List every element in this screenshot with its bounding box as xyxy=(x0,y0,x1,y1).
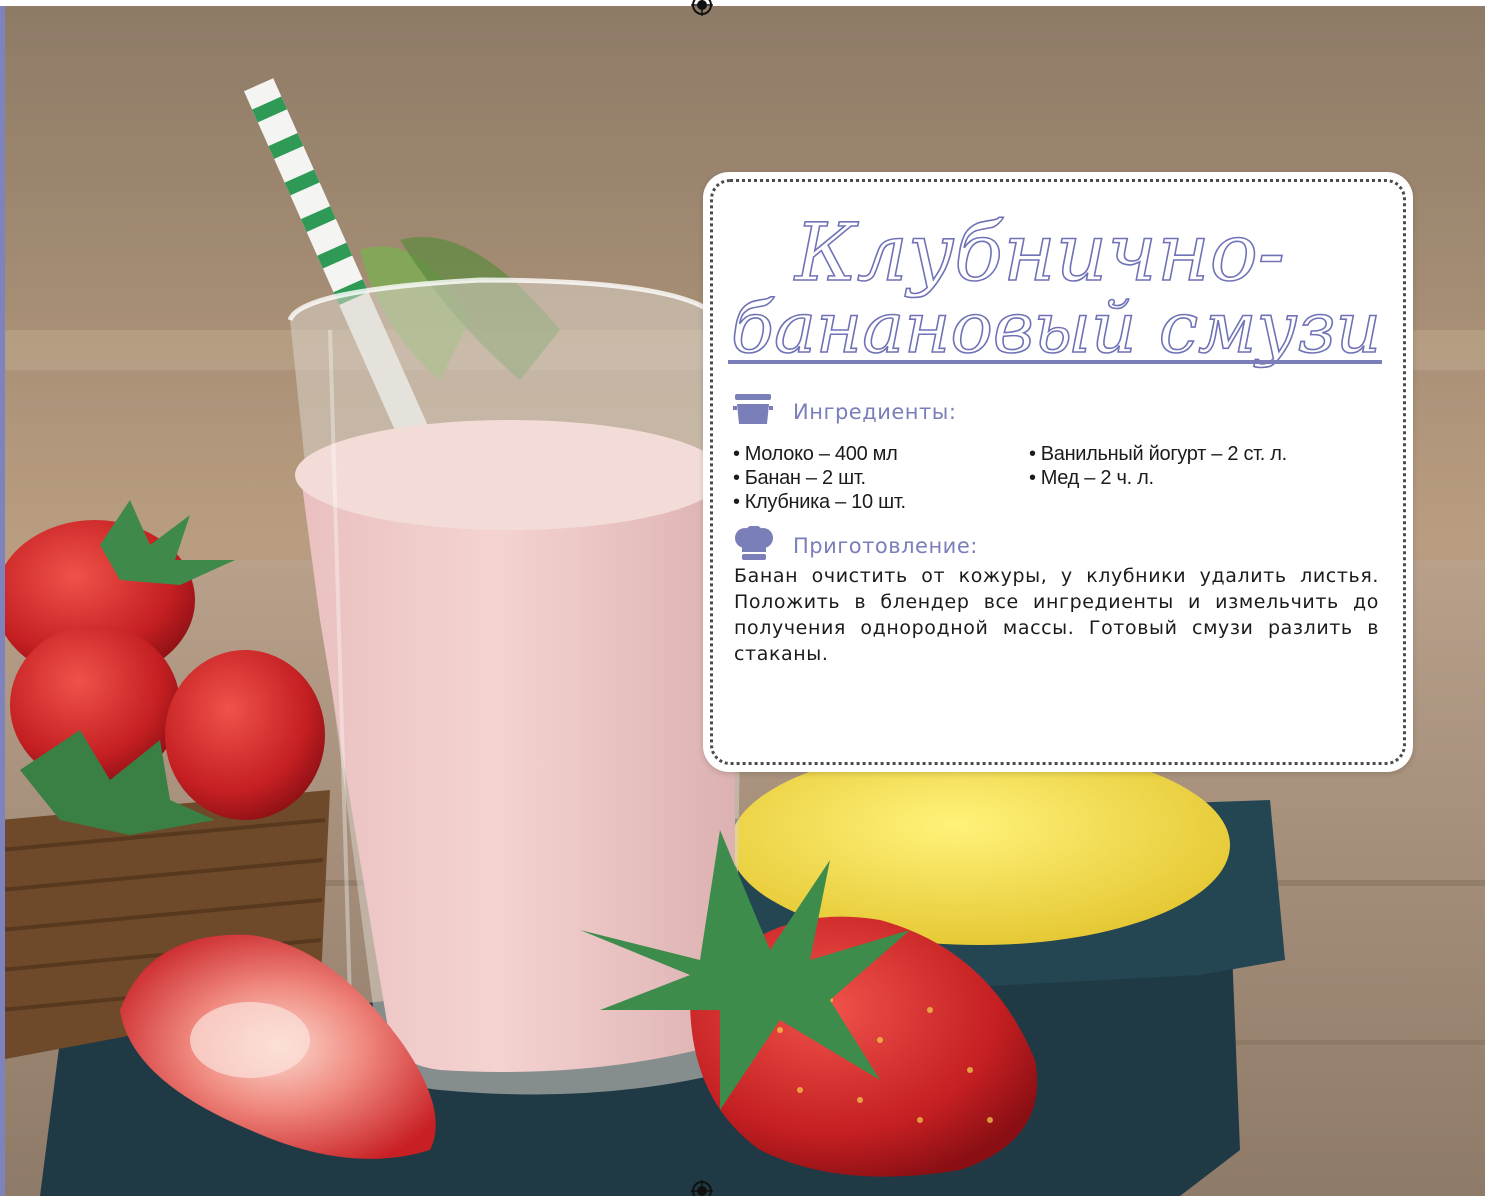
ingredient-item: • Мед – 2 ч. л. xyxy=(1029,467,1154,489)
preparation-text: Банан очистить от кожуры, у клубники уда… xyxy=(734,565,1379,665)
side-accent-strip xyxy=(0,0,5,1196)
title-underline xyxy=(728,360,1382,364)
registration-mark-icon xyxy=(691,1180,713,1196)
saucepan-icon xyxy=(733,394,773,424)
ingredient-item: • Банан – 2 шт. xyxy=(733,467,866,489)
recipe-card: Клубнично- банановый смузи Ингредиенты: … xyxy=(703,172,1413,772)
ingredient-item: • Молоко – 400 мл xyxy=(733,443,898,465)
registration-mark-icon xyxy=(691,0,713,16)
recipe-page: Клубнично- банановый смузи Ингредиенты: … xyxy=(0,0,1485,1196)
chef-hat-icon xyxy=(735,526,773,560)
ingredient-item: • Клубника – 10 шт. xyxy=(733,491,906,513)
preparation-heading: Приготовление: xyxy=(793,534,978,558)
ingredients-heading: Ингредиенты: xyxy=(793,400,957,424)
ingredients-list-right: • Ванильный йогурт – 2 ст. л. • Мед – 2 ч.… xyxy=(1029,442,1287,490)
title-line-1: Клубнично- xyxy=(793,206,1285,299)
top-margin xyxy=(0,0,1485,6)
recipe-title: Клубнично- банановый смузи xyxy=(730,205,1382,370)
ingredients-list-left: • Молоко – 400 мл • Банан – 2 шт. • Клубник… xyxy=(733,442,906,514)
title-line-2: банановый смузи xyxy=(731,287,1381,369)
ingredient-item: • Ванильный йогурт – 2 ст. л. xyxy=(1029,443,1287,465)
